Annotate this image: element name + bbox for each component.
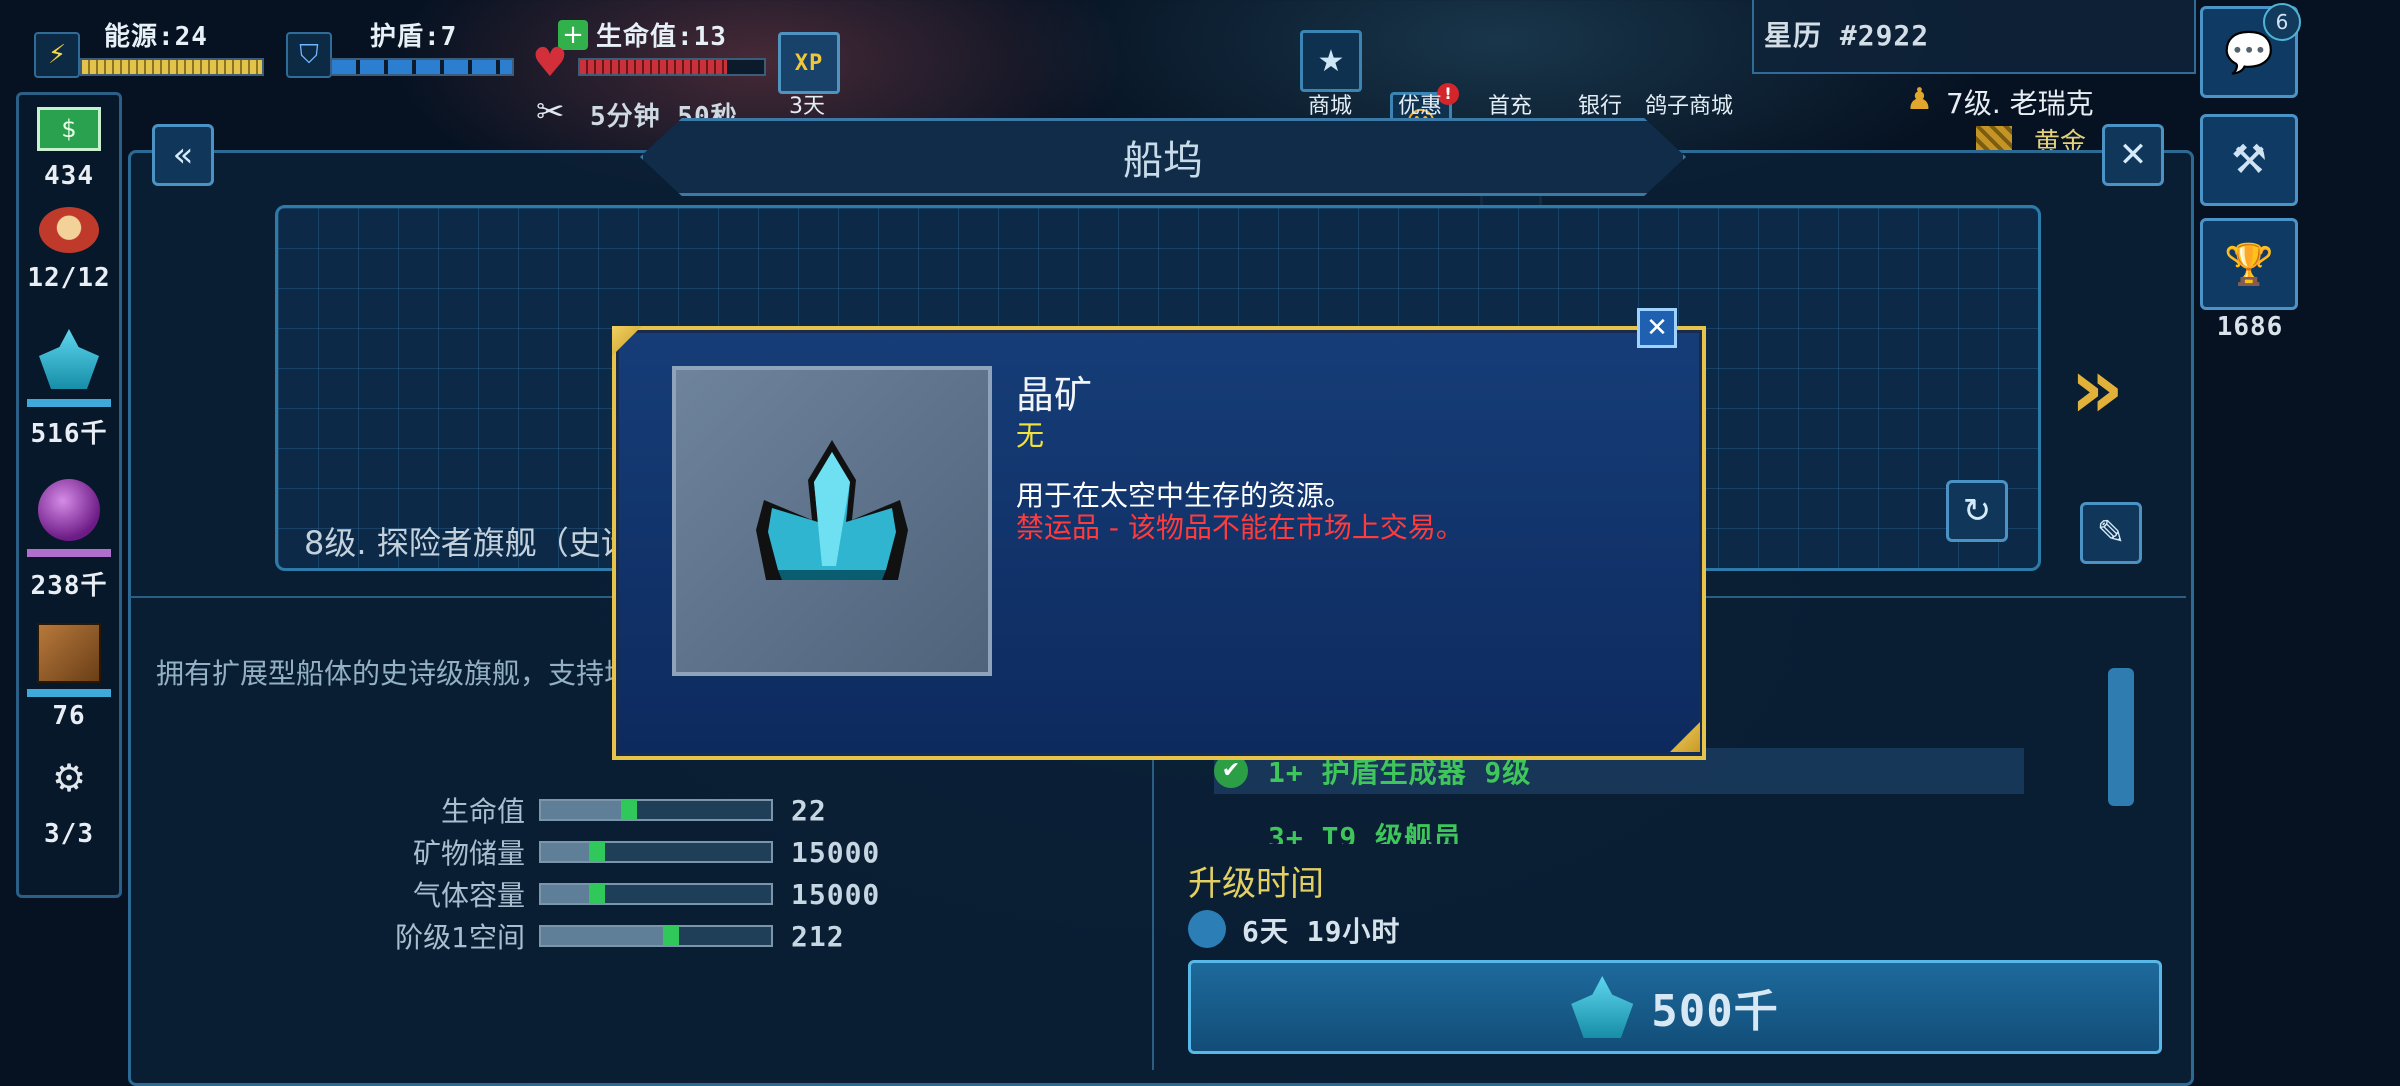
rank-icon: ♟ <box>1906 82 1933 117</box>
stat-label: 阶级1空间 <box>395 921 525 954</box>
stat-label: 矿物储量 <box>412 837 525 870</box>
crystal-item[interactable]: 516千 <box>19 329 119 450</box>
stat-value: 15000 <box>791 835 881 869</box>
rotate-view-button[interactable]: ↻ <box>1946 480 2008 542</box>
item-name: 晶矿 <box>1016 373 1093 417</box>
cargo-item[interactable]: 76 <box>19 623 119 731</box>
bank-caption: 银行 <box>1577 94 1622 119</box>
item-subtitle: 无 <box>1016 419 1045 452</box>
gas-value: 238千 <box>30 571 108 601</box>
clock-icon <box>1188 910 1226 948</box>
close-icon: ✕ <box>1646 313 1668 343</box>
cash-icon: $ <box>37 107 101 151</box>
shop-button[interactable]: ★ <box>1300 30 1362 92</box>
gold-badge-icon <box>1976 126 2012 150</box>
xp-caption: 3天 <box>789 94 825 119</box>
xp-icon: XP <box>794 50 824 76</box>
crew-value: 12/12 <box>27 263 111 293</box>
paint-button[interactable]: ✎ <box>2080 502 2142 564</box>
stat-value: 212 <box>791 919 845 953</box>
item-image-frame <box>672 366 992 676</box>
chat-badge: 6 <box>2263 3 2301 41</box>
stat-row-tier1: 阶级1空间 212 <box>330 916 845 956</box>
crystal-bar <box>27 399 111 407</box>
gas-bar <box>27 549 111 557</box>
stat-bar <box>539 799 773 821</box>
health-bar <box>578 58 766 76</box>
crystal-icon <box>1571 976 1634 1038</box>
modules-item[interactable]: ⚙ 3/3 <box>19 755 119 849</box>
trophy-icon: 🏆 <box>2224 241 2274 288</box>
stat-label: 气体容量 <box>412 879 525 912</box>
stat-bar <box>539 883 773 905</box>
ship-name: 8级. 探险者旗舰（史诗） <box>304 524 665 562</box>
stat-value: 22 <box>791 793 827 827</box>
crew-avatar-icon <box>39 207 99 253</box>
modules-value: 3/3 <box>44 819 94 849</box>
stat-bar <box>539 925 773 947</box>
stat-label: 生命值 <box>440 795 525 828</box>
right-column: 💬 6 ⚒ 🏆 1686 <box>2190 0 2400 400</box>
cash-value: 434 <box>44 161 94 191</box>
back-button[interactable]: « <box>152 124 214 186</box>
health-label: 生命值:13 <box>596 22 727 52</box>
chat-bubble-icon: 💬 <box>2224 29 2274 76</box>
cargo-bar <box>27 689 111 697</box>
upgrade-button[interactable]: 500千 <box>1188 960 2162 1054</box>
gas-planet-icon <box>38 479 100 541</box>
shop-caption: 商城 <box>1307 94 1352 119</box>
close-icon: ✕ <box>2118 135 2148 175</box>
first-recharge-caption: 首充 <box>1487 94 1532 119</box>
crystal-icon <box>756 440 908 580</box>
stat-row-gas: 气体容量 15000 <box>330 874 880 914</box>
trophy-button[interactable]: 🏆 <box>2200 218 2298 310</box>
double-chevron-left-icon: « <box>172 135 194 175</box>
resource-column: $ 434 12/12 516千 238千 76 ⚙ 3/3 <box>16 92 122 898</box>
star-icon: ★ <box>1317 43 1345 79</box>
stat-row-health: 生命值 22 <box>330 790 827 830</box>
upgrade-cost: 500千 <box>1651 986 1779 1037</box>
shield-icon: ⛉ <box>286 32 332 78</box>
top-buttons: ★ 商城 ☺! 优惠 ¥! 首充 ⌂! 银行 ✈! 鸽子商城 <box>1296 30 1766 340</box>
wrench-icon: ✂ <box>536 92 565 132</box>
gas-item[interactable]: 238千 <box>19 479 119 602</box>
shield-label: 护盾:7 <box>370 22 458 52</box>
upgrade-time-value: 6天 19小时 <box>1242 915 1401 948</box>
rotate-icon: ↻ <box>1962 491 1992 531</box>
dock-title: 船坞 <box>640 118 1686 196</box>
next-chevron-icon[interactable]: » <box>2070 346 2124 430</box>
item-warning: 禁运品 - 该物品不能在市场上交易。 <box>1016 511 1464 544</box>
trophy-count: 1686 <box>2216 312 2284 342</box>
cargo-box-icon <box>37 623 101 683</box>
energy-icon: ⚡ <box>34 32 80 78</box>
crystal-value: 516千 <box>30 419 108 449</box>
energy-bar <box>80 58 264 76</box>
close-dock-button[interactable]: ✕ <box>2102 124 2164 186</box>
cash-item[interactable]: $ 434 <box>19 107 119 191</box>
stat-value: 15000 <box>791 877 881 911</box>
xp-button[interactable]: XP <box>778 32 840 94</box>
crew-item[interactable]: 12/12 <box>19 207 119 293</box>
pigeon-shop-caption: 鸽子商城 <box>1644 94 1733 119</box>
stat-row-minerals: 矿物储量 15000 <box>330 832 880 872</box>
upgrade-time-title: 升级时间 <box>1188 864 1324 904</box>
discount-caption: 优惠 <box>1397 94 1442 119</box>
player-rank: 7级. 老瑞克 <box>1946 87 2094 120</box>
modal-close-button[interactable]: ✕ <box>1637 308 1677 348</box>
crystal-icon <box>39 329 99 389</box>
hammer-icon: ⚒ <box>2231 137 2267 183</box>
cargo-value: 76 <box>52 701 86 731</box>
star-calendar: 星历 #2922 <box>1764 19 1930 52</box>
heart-icon: ♥ <box>532 40 568 86</box>
shield-bar <box>330 58 514 76</box>
stat-bar <box>539 841 773 863</box>
requirement-item: 3+ T9 级舰员 <box>1214 818 2024 844</box>
build-button[interactable]: ⚒ <box>2200 114 2298 206</box>
requirements-scrollbar[interactable] <box>2108 668 2134 806</box>
chat-button[interactable]: 💬 6 <box>2200 3 2301 98</box>
dropper-icon: ✎ <box>2096 513 2126 553</box>
energy-label: 能源:24 <box>104 22 208 52</box>
module-gear-icon: ⚙ <box>51 756 87 800</box>
requirement-text: 3+ T9 级舰员 <box>1268 821 1463 844</box>
